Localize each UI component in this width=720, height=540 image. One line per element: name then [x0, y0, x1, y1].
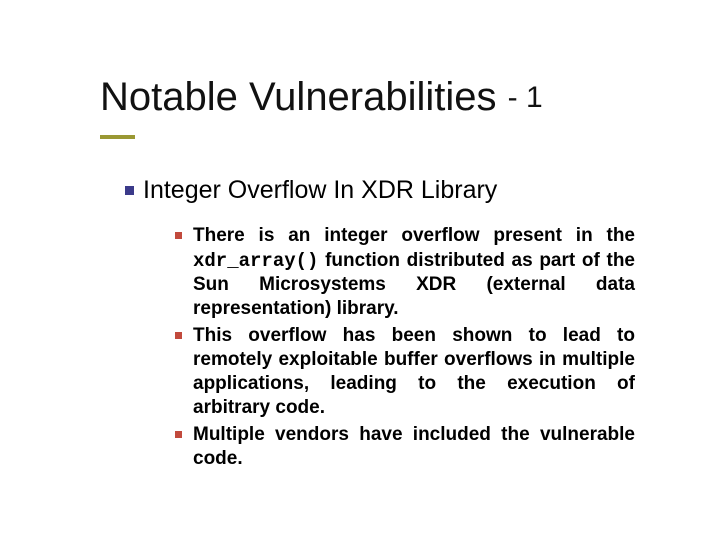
sub-bullet-list: There is an integer overflow present in … — [175, 224, 635, 471]
square-bullet-icon — [175, 431, 182, 438]
slide-body: Integer Overflow In XDR Library There is… — [125, 175, 635, 483]
title-text: Notable Vulnerabilities - 1 — [100, 75, 543, 119]
title-suffix: - 1 — [508, 81, 543, 114]
square-bullet-icon — [125, 186, 134, 195]
bullet-text: This overflow has been shown to lead to … — [193, 324, 635, 421]
bullet-text: There is an integer overflow present in … — [193, 224, 635, 321]
slide: Notable Vulnerabilities - 1 Integer Over… — [0, 0, 720, 540]
square-bullet-icon — [175, 332, 182, 339]
title-main: Notable Vulnerabilities — [100, 75, 497, 119]
bullet-level2: There is an integer overflow present in … — [175, 224, 635, 321]
code-literal: xdr_array() — [193, 250, 318, 272]
bullet-text: Multiple vendors have included the vulne… — [193, 423, 635, 472]
bullet-level2: This overflow has been shown to lead to … — [175, 324, 635, 421]
slide-title: Notable Vulnerabilities - 1 — [100, 75, 680, 120]
bullet-heading: Integer Overflow In XDR Library — [143, 176, 497, 204]
text-pre: There is an integer overflow present in … — [193, 225, 635, 246]
title-accent-bar — [100, 135, 135, 139]
bullet-level2: Multiple vendors have included the vulne… — [175, 423, 635, 472]
square-bullet-icon — [175, 232, 182, 239]
bullet-level1: Integer Overflow In XDR Library There is… — [125, 175, 635, 471]
